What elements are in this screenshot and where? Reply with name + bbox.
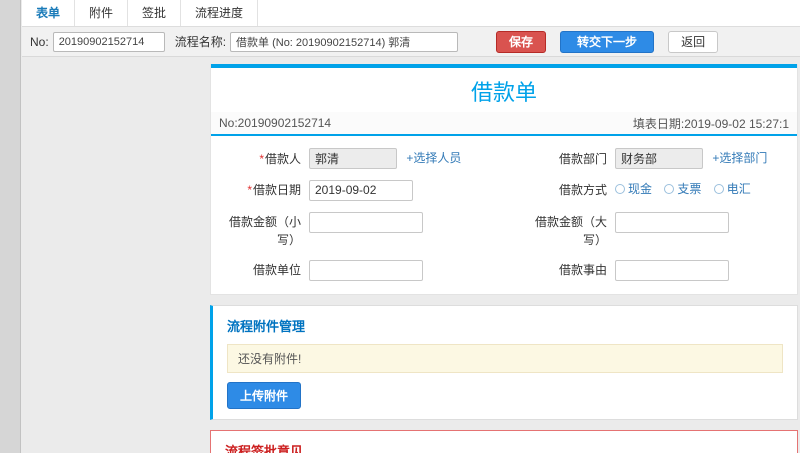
loan-date-input[interactable] <box>309 179 413 201</box>
form-no-text: No:20190902152714 <box>219 116 332 130</box>
tab-attachment[interactable]: 附件 <box>75 0 129 26</box>
radio-circle-icon <box>615 184 625 195</box>
form-fields: *借款人 +选择人员 借款部门 +选择部门 *借款日期 <box>211 136 797 294</box>
back-button[interactable]: 返回 <box>668 30 719 53</box>
process-name-label: 流程名称: <box>174 35 227 49</box>
radio-circle-icon <box>664 184 675 195</box>
select-person-link[interactable]: +选择人员 <box>406 151 461 165</box>
amount-lowercase-label: 借款金额（小写） <box>228 215 301 248</box>
loan-unit-label: 借款单位 <box>252 263 301 278</box>
required-mark: * <box>247 183 252 198</box>
amount-uppercase-label: 借款金额（大写） <box>534 215 607 248</box>
collapsed-sidebar-strip <box>0 0 21 453</box>
tab-form[interactable]: 表单 <box>22 0 76 26</box>
tab-sign[interactable]: 签批 <box>128 0 182 26</box>
no-label: No: <box>30 34 49 49</box>
loan-unit-input[interactable] <box>309 259 423 281</box>
attachment-section: 流程附件管理 还没有附件! 上传附件 <box>210 304 798 420</box>
borrower-label: *借款人 <box>259 152 301 166</box>
loan-form-panel: 借款单 No:20190902152714 填表日期:2019-09-02 15… <box>210 64 798 295</box>
form-subheader: No:20190902152714 填表日期:2019-09-02 15:27:… <box>211 112 797 136</box>
amount-lowercase-input[interactable] <box>309 211 423 233</box>
form-date-text: 填表日期:2019-09-02 15:27:1 <box>632 116 789 131</box>
tab-progress[interactable]: 流程进度 <box>181 0 259 26</box>
loan-method-label: 借款方式 <box>558 183 607 198</box>
attachment-section-title: 流程附件管理 <box>227 318 306 334</box>
radio-circle-icon <box>713 184 724 195</box>
upload-attachment-button[interactable]: 上传附件 <box>227 381 302 409</box>
select-department-link[interactable]: +选择部门 <box>712 151 767 165</box>
loan-date-label: *借款日期 <box>247 183 301 198</box>
process-name-input[interactable] <box>230 31 459 52</box>
required-mark: * <box>259 152 264 166</box>
page-title: 借款单 <box>470 80 537 105</box>
borrower-input[interactable] <box>309 148 397 170</box>
loan-form-page: 表单 附件 签批 流程进度 No: 流程名称: 保存 转交下一步 返回 借款单 … <box>0 0 800 453</box>
method-cash-radio[interactable]: 现金 <box>615 178 652 200</box>
department-label: 借款部门 <box>558 152 607 166</box>
tab-bar: 表单 附件 签批 流程进度 <box>22 0 800 27</box>
approval-section-title: 流程签批意见 <box>225 443 304 453</box>
loan-reason-label: 借款事由 <box>558 263 607 278</box>
department-input[interactable] <box>615 148 703 170</box>
form-toolbar: No: 流程名称: 保存 转交下一步 返回 <box>22 27 800 57</box>
no-attachment-notice: 还没有附件! <box>227 343 783 373</box>
save-button[interactable]: 保存 <box>496 30 547 53</box>
no-input[interactable] <box>52 31 165 52</box>
next-step-button[interactable]: 转交下一步 <box>560 30 655 53</box>
amount-uppercase-input[interactable] <box>615 211 729 233</box>
method-cheque-radio[interactable]: 支票 <box>664 178 701 200</box>
content-area: 借款单 No:20190902152714 填表日期:2019-09-02 15… <box>22 57 800 453</box>
approval-section: 流程签批意见 B I abc ∞ ∞ ⚑ ≣ ≡ « » <box>210 429 798 453</box>
loan-reason-input[interactable] <box>615 259 729 281</box>
method-wire-radio[interactable]: 电汇 <box>713 178 751 200</box>
